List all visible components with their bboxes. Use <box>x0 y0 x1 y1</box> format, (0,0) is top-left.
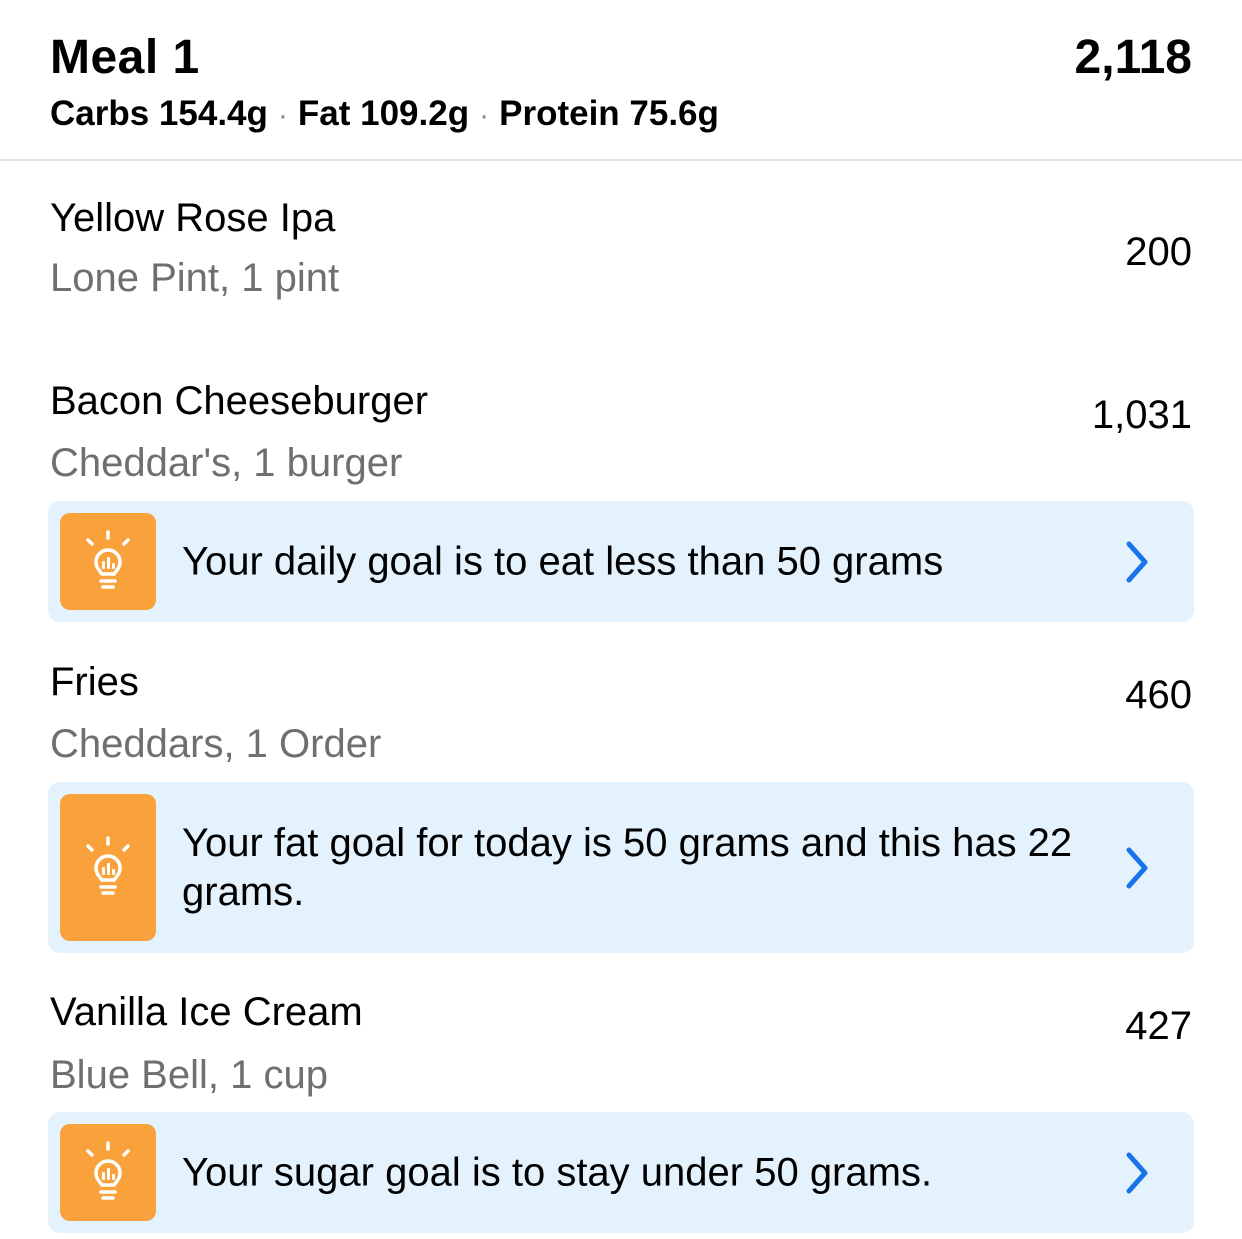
food-detail: Cheddar's, 1 burger <box>50 441 403 485</box>
tip-text: Your sugar goal is to stay under 50 gram… <box>182 1150 933 1194</box>
food-detail: Blue Bell, 1 cup <box>50 1053 328 1097</box>
protein-value: Protein 75.6g <box>499 94 719 133</box>
lightbulb-chart-icon <box>60 794 156 941</box>
tip-card-fat-goal[interactable]: Your fat goal for today is 50 grams and … <box>48 782 1194 953</box>
food-name: Yellow Rose Ipa <box>50 196 336 240</box>
food-name: Fries <box>50 660 139 704</box>
chevron-right-icon[interactable] <box>1120 1151 1154 1195</box>
carbs-value: Carbs 154.4g <box>50 94 268 133</box>
macro-summary: Carbs 154.4g · Fat 109.2g · Protein 75.6g <box>50 94 719 134</box>
meal-total-calories: 2,118 <box>1074 31 1192 84</box>
food-name: Vanilla Ice Cream <box>50 990 363 1034</box>
meal-title: Meal 1 <box>50 31 200 84</box>
tip-card-sugar-goal[interactable]: Your sugar goal is to stay under 50 gram… <box>48 1112 1194 1233</box>
food-detail: Lone Pint, 1 pint <box>50 256 340 300</box>
tip-text: Your daily goal is to eat less than 50 g… <box>182 539 944 583</box>
tip-text: Your fat goal for today is 50 grams and … <box>182 820 1073 914</box>
macro-separator: · <box>479 99 490 132</box>
food-calories: 460 <box>1125 673 1192 717</box>
food-name: Bacon Cheeseburger <box>50 379 429 423</box>
chevron-right-icon[interactable] <box>1120 540 1154 584</box>
chevron-right-icon[interactable] <box>1120 846 1154 890</box>
macro-separator: · <box>277 99 288 132</box>
food-calories: 200 <box>1125 230 1192 274</box>
food-calories: 1,031 <box>1091 393 1192 437</box>
fat-value: Fat 109.2g <box>297 94 470 133</box>
lightbulb-chart-icon <box>60 513 156 610</box>
food-calories: 427 <box>1125 1004 1192 1048</box>
lightbulb-chart-icon <box>60 1124 156 1221</box>
meal-header[interactable]: Meal 1 2,118 Carbs 154.4g · Fat 109.2g · Pro… <box>0 0 1242 161</box>
food-detail: Cheddars, 1 Order <box>50 722 382 766</box>
tip-card-daily-goal[interactable]: Your daily goal is to eat less than 50 g… <box>48 501 1194 622</box>
